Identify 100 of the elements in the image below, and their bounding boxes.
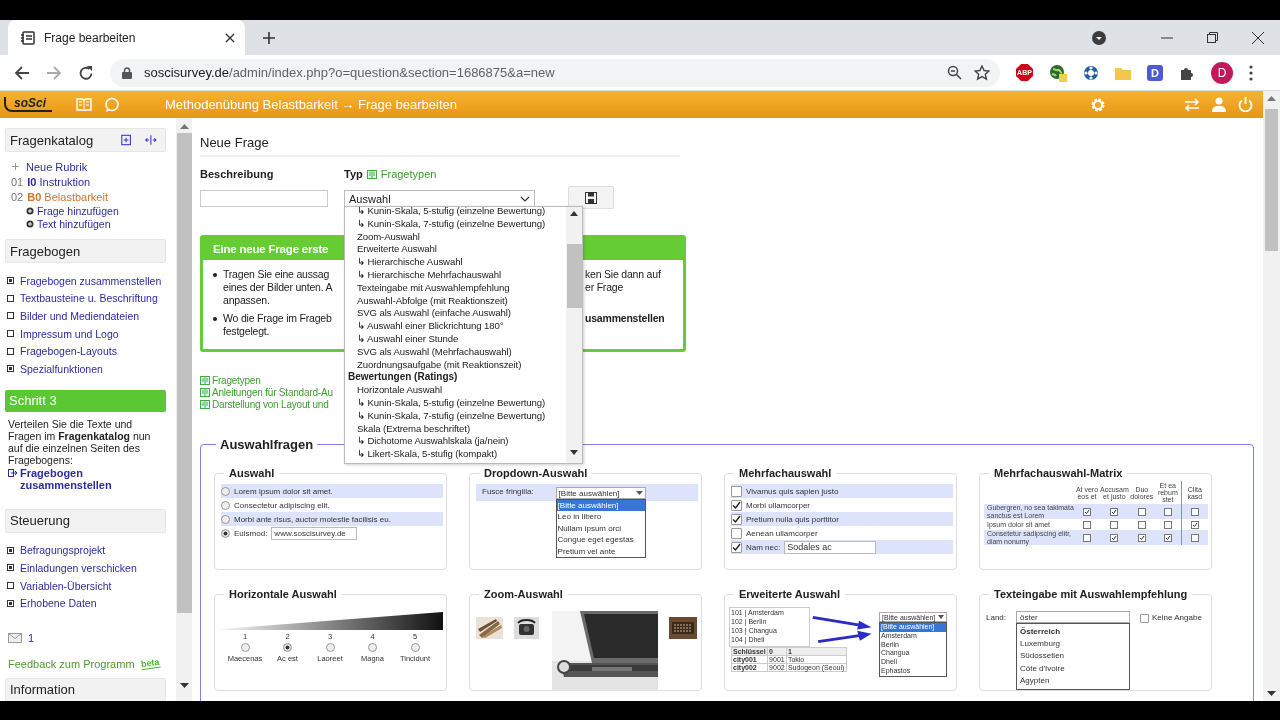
checkbox[interactable]	[1083, 507, 1091, 516]
menu-link[interactable]: Fragebogen zusammenstellen	[20, 274, 162, 287]
dropdown-option[interactable]: ↳ Likert-Skala, 5-stufig (kompakt)	[345, 448, 566, 461]
help-link[interactable]: Fragetypen	[212, 374, 261, 386]
extension-icon[interactable]: D	[1147, 64, 1163, 81]
add-tab-icon[interactable]	[262, 30, 276, 45]
add-link[interactable]: Frage hinzufügen	[37, 204, 119, 217]
forward-icon[interactable]	[46, 64, 62, 81]
radio-button[interactable]	[325, 643, 335, 652]
scroll-down-icon[interactable]	[179, 683, 189, 689]
scroll-down-icon[interactable]	[1267, 691, 1276, 697]
scroll-down-icon[interactable]	[570, 450, 578, 455]
save-button[interactable]	[568, 186, 614, 209]
checkbox[interactable]	[1190, 507, 1199, 516]
menu-link[interactable]: Fragebogen-Layouts	[20, 345, 117, 358]
checkbox[interactable]	[1137, 520, 1146, 529]
checkbox[interactable]	[731, 527, 742, 539]
message-count[interactable]: 1	[28, 631, 35, 644]
scroll-thumb[interactable]	[176, 133, 192, 613]
suggestion-item[interactable]: Südossetien	[1020, 650, 1126, 663]
dropdown-icon[interactable]	[1091, 29, 1107, 46]
checkbox[interactable]	[1137, 533, 1146, 542]
checkbox[interactable]	[1137, 507, 1146, 516]
menu-link[interactable]: Befragungsprojekt	[20, 544, 106, 557]
dropdown-option[interactable]: ↳ Auswahl einer Stunde	[345, 332, 566, 346]
feedback-link[interactable]: Feedback zum Programm	[8, 657, 135, 670]
scroll-thumb[interactable]	[1265, 109, 1278, 251]
close-icon[interactable]	[225, 32, 235, 43]
dropdown-option[interactable]: Texteingabe mit Auswahlempfehlung	[345, 281, 566, 295]
browser-tab[interactable]: Frage bearbeiten	[8, 20, 245, 55]
dropdown-option[interactable]: ↳ Hierarchische Mehrfachauswahl	[345, 269, 566, 282]
checkbox[interactable]	[731, 513, 742, 525]
menu-link[interactable]: Einladungen verschicken	[20, 561, 137, 574]
menu-link[interactable]: Erhobene Daten	[20, 597, 97, 610]
checkbox[interactable]	[1083, 533, 1091, 542]
radio-button[interactable]	[221, 486, 230, 496]
dropdown-option[interactable]: Horizontale Auswahl	[345, 384, 566, 397]
dropdown-option[interactable]: Pretium vel ante	[556, 545, 645, 557]
menu-link[interactable]: Bilder und Mediendateien	[20, 310, 140, 322]
section-link[interactable]: I0 Instruktion	[27, 175, 91, 188]
dropdown-option[interactable]: Auswahl-Abfolge (mit Reaktionszeit)	[345, 294, 566, 308]
logo[interactable]: soSci	[4, 97, 52, 112]
dropdown-option[interactable]: ↳ Dichotome Auswahlskala (ja/nein)	[345, 435, 566, 449]
radio-button[interactable]	[221, 500, 230, 510]
back-icon[interactable]	[14, 64, 30, 81]
text-field[interactable]: www.soscisurvey.de	[271, 526, 358, 540]
checkbox[interactable]	[1163, 533, 1172, 542]
checkbox[interactable]	[1083, 520, 1091, 529]
close-icon[interactable]	[1252, 31, 1264, 44]
menu-icon[interactable]	[1249, 64, 1253, 81]
radio-button[interactable]	[368, 643, 377, 652]
radio-button[interactable]	[221, 514, 230, 524]
section-link[interactable]: B0 Belastbarkeit	[27, 190, 108, 203]
suggestion-item[interactable]: Ägypten	[1020, 674, 1126, 687]
dropdown-option[interactable]: Skala (Extrema beschriftet)	[345, 422, 566, 436]
scroll-up-icon[interactable]	[570, 211, 578, 216]
profile-avatar[interactable]: D	[1211, 61, 1233, 84]
dropdown-option[interactable]: Zuordnungsaufgabe (mit Reaktionszeit)	[345, 358, 566, 372]
checkbox[interactable]	[1140, 614, 1149, 623]
checkbox[interactable]	[1163, 520, 1172, 529]
swap-icon[interactable]	[1184, 97, 1200, 112]
dropdown-option[interactable]: SVG als Auswahl (einfache Auswahl)	[345, 307, 566, 321]
help-link[interactable]: Fragetypen	[380, 168, 437, 180]
mail-icon[interactable]	[8, 632, 22, 643]
text-field[interactable]: öster	[1016, 611, 1130, 623]
dropdown-option[interactable]: Congue eget egestas	[556, 534, 645, 546]
menu-link[interactable]: Textbausteine u. Beschriftung	[20, 292, 158, 305]
dropdown-option[interactable]: SVG als Auswahl (Mehrfachauswahl)	[345, 345, 566, 359]
suggestion-item[interactable]: Côte d'Ivoire	[1020, 662, 1126, 675]
new-section-link[interactable]: Neue Rubrik	[26, 160, 88, 173]
add-page-icon[interactable]	[121, 133, 132, 147]
dropdown-option[interactable]: ↳ Auswahl einer Blickrichtung 180°	[345, 320, 566, 333]
chat-icon[interactable]	[104, 96, 120, 113]
scrollbar[interactable]	[566, 207, 582, 463]
menu-link[interactable]: Spezialfunktionen	[20, 362, 103, 375]
dropdown-option[interactable]: Erweiterte Auswahl	[345, 243, 566, 257]
scroll-thumb[interactable]	[566, 244, 582, 308]
help-link[interactable]: Anleitungen für Standard-Au	[212, 386, 333, 398]
help-link[interactable]: Darstellung von Layout und	[212, 398, 329, 410]
checkbox[interactable]	[1163, 507, 1172, 516]
menu-link[interactable]: Variablen-Übersicht	[20, 579, 112, 592]
checkbox[interactable]	[731, 541, 742, 553]
minimize-icon[interactable]	[1161, 36, 1173, 39]
resize-icon[interactable]	[145, 134, 157, 146]
dropdown-option[interactable]: ↳ Kunin-Skala, 7-stufig (einzelne Bewertung)	[345, 217, 566, 231]
star-icon[interactable]	[974, 64, 990, 81]
suggestion-item[interactable]: Österreich	[1020, 626, 1126, 639]
radio-button[interactable]	[410, 643, 420, 652]
scrollbar[interactable]	[1263, 91, 1280, 701]
radio-button[interactable]	[283, 643, 292, 652]
dropdown-option[interactable]: Zoom-Auswahl	[345, 230, 566, 244]
dropdown-option[interactable]: [Bitte auswählen]	[556, 500, 645, 512]
address-bar[interactable]: soscisurvey.de/admin/index.php?o=question&section=1686875&a=new	[110, 58, 1000, 87]
description-field[interactable]	[200, 190, 328, 207]
checkbox[interactable]	[1110, 507, 1119, 516]
reload-icon[interactable]	[78, 64, 94, 81]
dropdown-option[interactable]: ↳ Kunin-Skala, 5-stufig (einzelne Bewertung)	[345, 205, 566, 218]
questionnaire-link[interactable]: Fragebogen zusammenstellen	[20, 466, 130, 491]
checkbox[interactable]	[731, 485, 742, 497]
power-icon[interactable]	[1238, 97, 1253, 112]
